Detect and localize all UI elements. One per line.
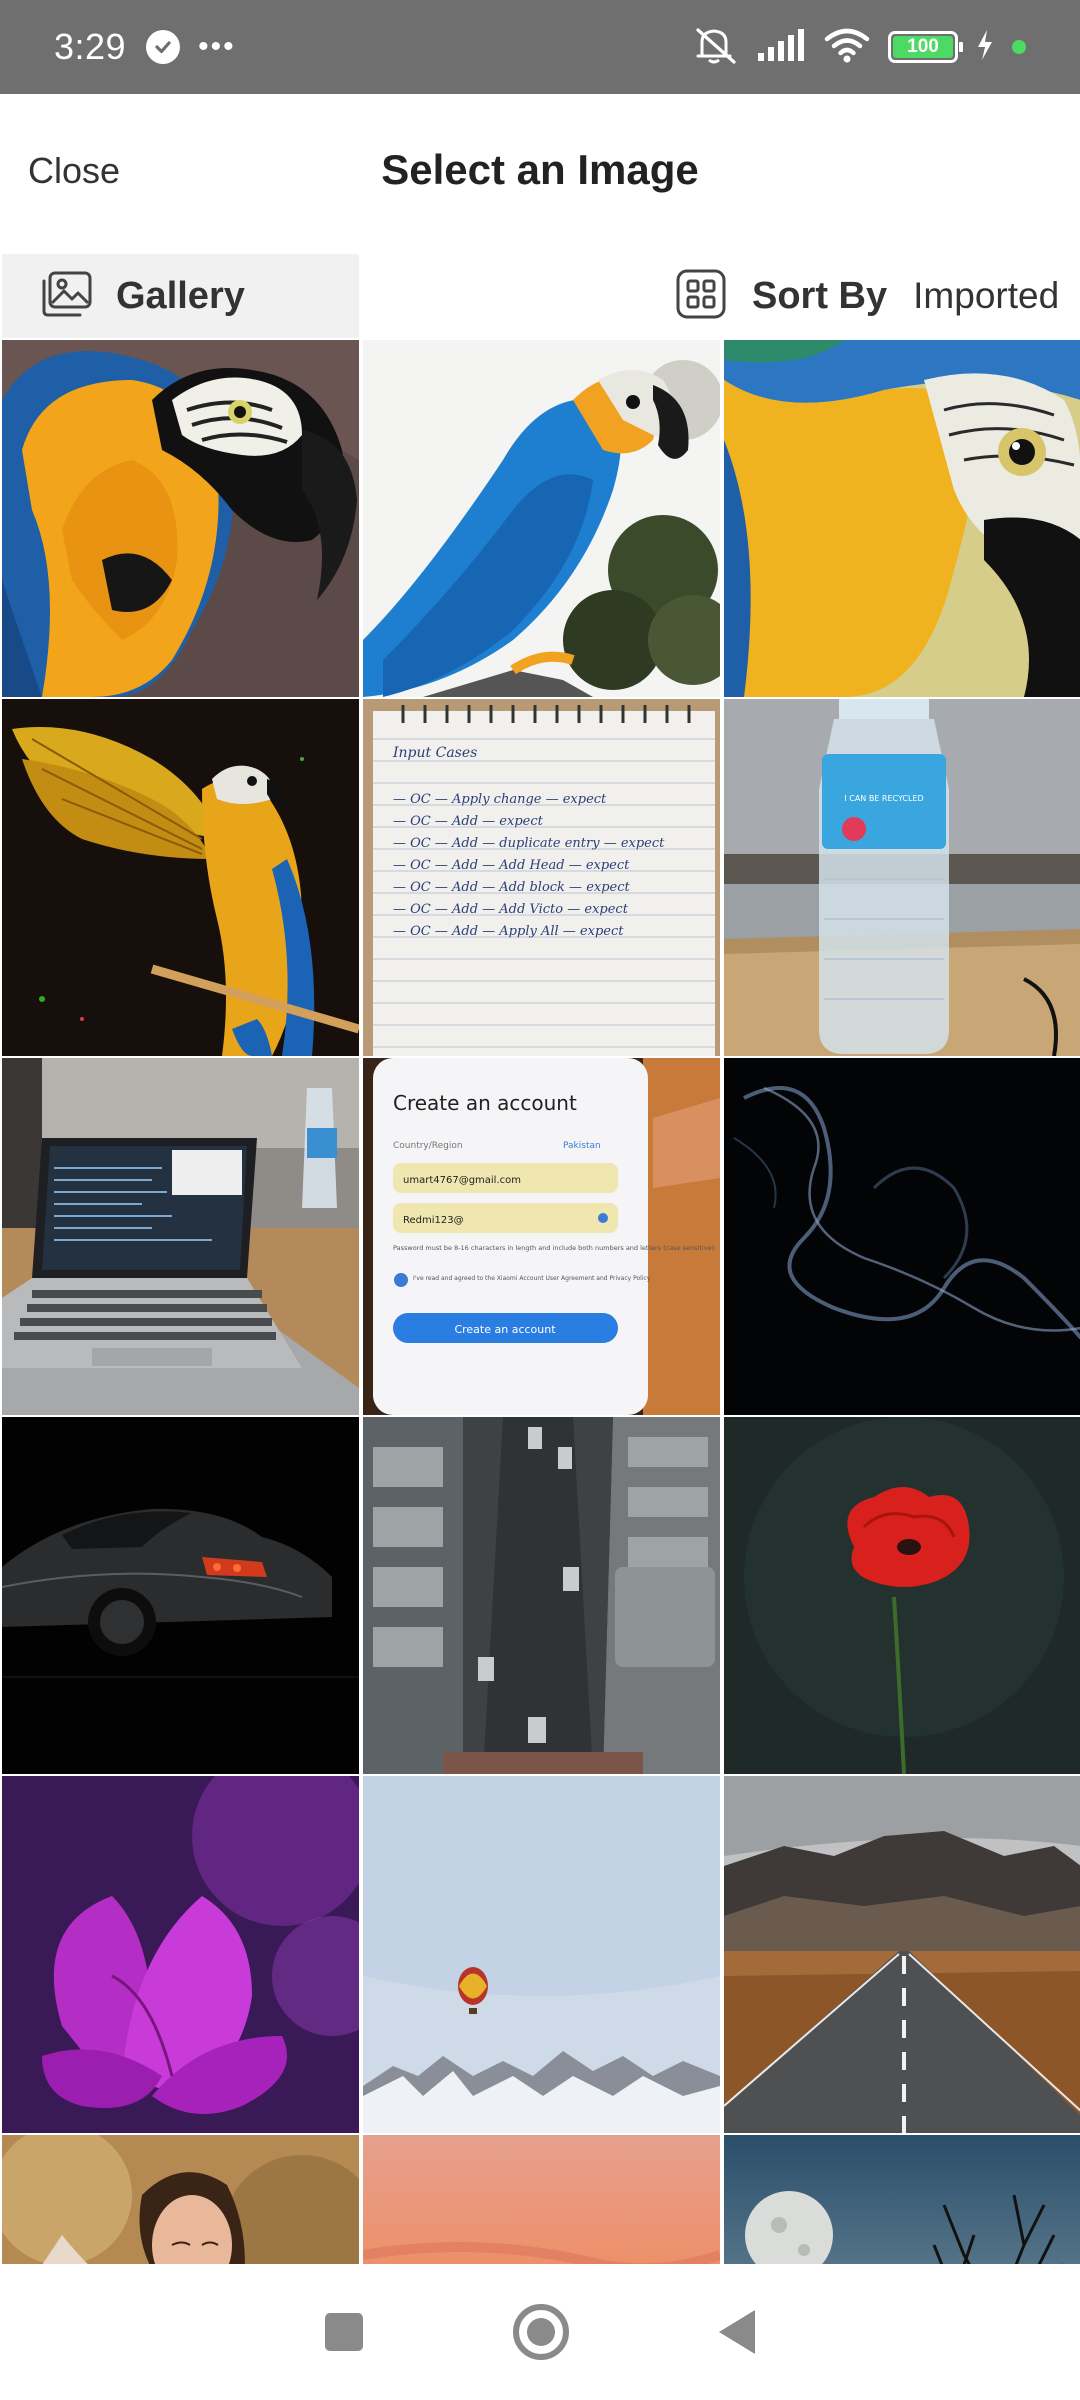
notes-line: — OC — Add — Add Head — expect: [393, 858, 630, 873]
more-notifications-icon: •••: [198, 30, 236, 63]
gallery-button[interactable]: Gallery: [2, 254, 359, 338]
image-grid-area[interactable]: Gallery Sort By Imported Input Cases — O…: [0, 254, 1080, 2264]
magenta-flower-photo: [2, 1776, 359, 2133]
image-tile-red-poppy[interactable]: [724, 1417, 1080, 1774]
bottle-photo: I CAN BE RECYCLED: [724, 699, 1080, 1056]
notes-line: — OC — Add — Add Victo — expect: [393, 902, 629, 917]
phone-photo: Create an account Country/Region Pakista…: [363, 1058, 720, 1415]
macaw-closeup-photo: [2, 340, 359, 697]
image-tile-sunset-sky[interactable]: [363, 2135, 720, 2264]
portrait-photo: [2, 2135, 359, 2264]
back-icon[interactable]: [719, 2310, 755, 2354]
gallery-icon: [40, 271, 92, 322]
phone-region-value: Pakistan: [563, 1141, 601, 1151]
grid-view-icon: [676, 269, 726, 324]
notes-line: — OC — Add — duplicate entry — expect: [393, 836, 665, 851]
notes-line: — OC — Apply change — expect: [393, 792, 607, 807]
image-tile-phone-signup[interactable]: Create an account Country/Region Pakista…: [363, 1058, 720, 1415]
notes-line: — OC — Add — Apply All — expect: [393, 924, 624, 939]
moon-tree-photo: [724, 2135, 1080, 2264]
smoke-photo: [724, 1058, 1080, 1415]
image-tile-laptop[interactable]: [2, 1058, 359, 1415]
phone-create-button: Create an account: [454, 1323, 556, 1336]
toolbar-spacer: [359, 254, 716, 338]
image-tile-city-street[interactable]: [363, 1417, 720, 1774]
macaw-perched-photo: [363, 340, 720, 697]
charging-dot-icon: [1012, 40, 1026, 54]
image-tile-mountain-road[interactable]: [724, 1776, 1080, 2133]
image-tile-sports-car[interactable]: [2, 1417, 359, 1774]
sort-by-button[interactable]: Sort By Imported: [676, 254, 1078, 338]
image-tile-hot-air-balloon[interactable]: [363, 1776, 720, 2133]
phone-email-value: umart4767@gmail.com: [403, 1175, 521, 1186]
bottle-label-text: I CAN BE RECYCLED: [844, 794, 923, 803]
status-bar: 3:29 ••• 100: [0, 0, 1080, 94]
poppy-photo: [724, 1417, 1080, 1774]
phone-password-value: Redmi123@: [403, 1215, 464, 1226]
image-tile-magenta-flower[interactable]: [2, 1776, 359, 2133]
notes-line: — OC — Add — Add block — expect: [393, 880, 631, 895]
battery-icon: 100: [888, 31, 963, 63]
notes-heading: Input Cases: [392, 745, 477, 761]
balloon-photo: [363, 1776, 720, 2133]
home-icon[interactable]: [513, 2304, 569, 2360]
navigation-bar: [0, 2264, 1080, 2400]
macaw-wings-photo: [2, 699, 359, 1056]
image-tile-handwritten-notes[interactable]: Input Cases — OC — Apply change — expect…: [363, 699, 720, 1056]
notes-line: — OC — Add — expect: [393, 814, 544, 829]
laptop-photo: [2, 1058, 359, 1415]
status-time: 3:29: [54, 26, 127, 67]
sunset-photo: [363, 2135, 720, 2264]
status-icons: 100: [694, 26, 1026, 69]
phone-screen-title: Create an account: [393, 1091, 577, 1115]
image-tile-smoke[interactable]: [724, 1058, 1080, 1415]
charging-icon: [976, 29, 994, 66]
notes-photo: Input Cases — OC — Apply change — expect…: [363, 699, 720, 1056]
check-circle-icon: [146, 30, 181, 64]
gallery-label: Gallery: [116, 274, 245, 317]
image-tile-woman-portrait[interactable]: [2, 2135, 359, 2264]
road-photo: [724, 1776, 1080, 2133]
image-tile-macaw-wings[interactable]: [2, 699, 359, 1056]
wifi-icon: [824, 27, 870, 68]
image-grid: Input Cases — OC — Apply change — expect…: [0, 254, 1080, 2264]
sort-by-label: Sort By: [752, 274, 888, 317]
image-tile-macaw-perched[interactable]: [363, 340, 720, 697]
image-tile-macaw-closeup[interactable]: [2, 340, 359, 697]
image-tile-moon-tree[interactable]: [724, 2135, 1080, 2264]
recent-apps-icon[interactable]: [325, 2313, 363, 2351]
battery-level: 100: [893, 36, 953, 58]
grid-toolbar: Gallery Sort By Imported: [2, 254, 1078, 338]
phone-region-label: Country/Region: [393, 1141, 463, 1151]
page-title: Select an Image: [381, 146, 699, 193]
dialog-header: Close Select an Image: [0, 94, 1080, 254]
macaw-eye-photo: [724, 340, 1080, 697]
phone-agree-text: I've read and agreed to the Xiaomi Accou…: [413, 1275, 651, 1282]
image-tile-water-bottle[interactable]: I CAN BE RECYCLED: [724, 699, 1080, 1056]
phone-password-hint: Password must be 8-16 characters in leng…: [393, 1244, 716, 1252]
sort-value: Imported: [913, 275, 1060, 316]
car-photo: [2, 1417, 359, 1774]
signal-icon: [756, 27, 806, 68]
image-tile-macaw-eye[interactable]: [724, 340, 1080, 697]
mute-icon: [694, 26, 738, 69]
street-photo: [363, 1417, 720, 1774]
